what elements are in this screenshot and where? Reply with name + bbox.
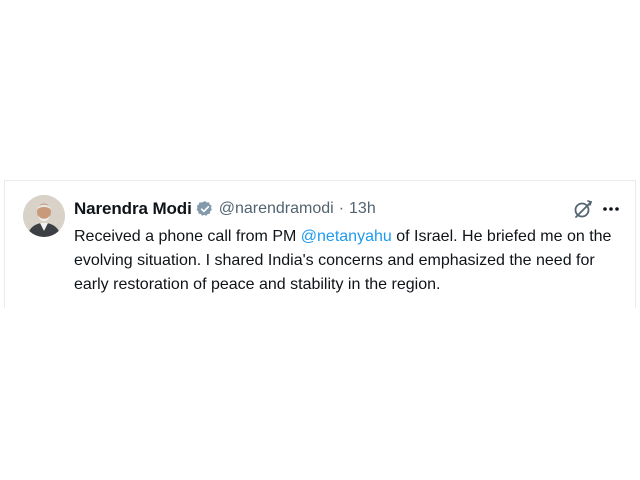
mention-link[interactable]: @netanyahu (301, 228, 392, 245)
avatar[interactable] (23, 195, 65, 237)
tweet-header: Narendra Modi @narendramodi · 13h (74, 197, 376, 221)
tweet-text-line-1: Received a phone call from PM @netanyahu… (74, 225, 622, 249)
tweet-text-line-3: early restoration of peace and stability… (74, 276, 441, 293)
tweet-text-suffix: of Israel. He briefed me on the (391, 228, 612, 245)
tweet-text: Received a phone call from PM @netanyahu… (74, 225, 622, 297)
grok-icon[interactable] (573, 199, 593, 219)
tweet-timestamp[interactable]: 13h (349, 200, 376, 218)
tweet-text-line-2: evolving situation. I shared India's con… (74, 252, 595, 269)
author-handle[interactable]: @narendramodi (219, 200, 334, 218)
header-separator: · (338, 200, 345, 217)
avatar-image (23, 195, 65, 237)
more-options-icon[interactable] (601, 201, 621, 217)
tweet-card[interactable]: Narendra Modi @narendramodi · 13h Receiv… (4, 180, 636, 308)
author-display-name[interactable]: Narendra Modi (74, 199, 192, 219)
tweet-text-prefix: Received a phone call from PM (74, 228, 301, 245)
verified-badge-icon (196, 200, 214, 218)
